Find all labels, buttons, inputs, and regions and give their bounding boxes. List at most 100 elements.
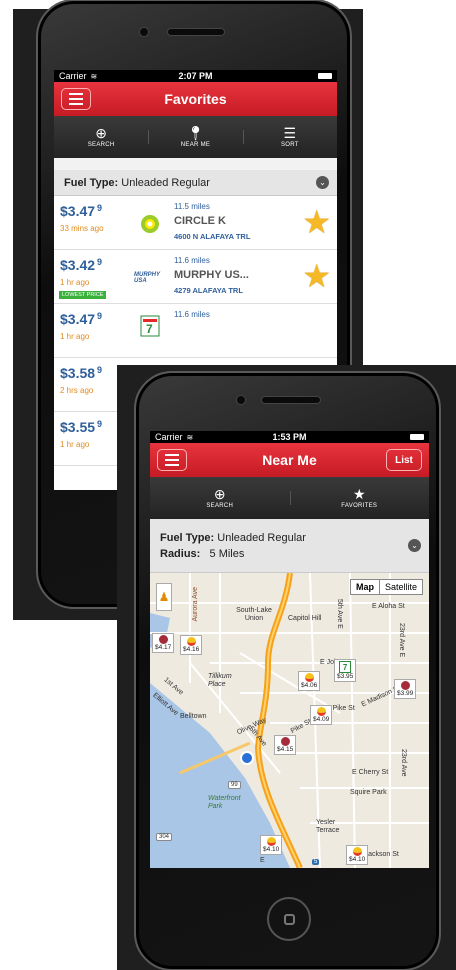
distance: 11.6 miles xyxy=(174,310,210,319)
map-label: E Aloha St xyxy=(372,603,405,610)
station-row[interactable]: $3.47 9 1 hr ago 7 11.6 miles xyxy=(54,304,337,358)
battery-icon xyxy=(410,434,424,440)
pin-price: $4.17 xyxy=(155,644,172,651)
radius-label: Radius: xyxy=(160,547,201,560)
gas-station-icon xyxy=(158,635,168,644)
map-label: South-Lake Union xyxy=(236,607,272,622)
map-label: Capitol Hill xyxy=(288,615,322,622)
station-pin[interactable]: $4.10 xyxy=(346,845,369,865)
map-label: Yesler Terrace xyxy=(316,819,340,834)
map-type-satellite[interactable]: Satellite xyxy=(380,580,422,594)
station-pin[interactable]: 7 $3.95 xyxy=(334,659,357,682)
favorite-star-icon[interactable]: ★ xyxy=(302,206,331,238)
seven-eleven-logo: 7 xyxy=(339,661,352,673)
list-button[interactable]: List xyxy=(386,449,422,471)
near-me-screen: Carrier ≋ 1:53 PM Near Me List ⊕ SEARCH ★… xyxy=(150,431,429,868)
updated-ago: 1 hr ago xyxy=(60,278,90,287)
pin-price: $3.99 xyxy=(397,690,414,697)
map-label: Waterfront Park xyxy=(208,795,241,810)
near-me-tab[interactable]: 📍︎ NEAR ME xyxy=(148,126,242,148)
gas-station-icon xyxy=(400,681,410,690)
map-label: 23rd Ave xyxy=(400,749,407,777)
distance: 11.6 miles xyxy=(174,256,210,265)
search-tab[interactable]: ⊕ SEARCH xyxy=(150,487,290,509)
nav-bar: Near Me List xyxy=(150,443,429,477)
station-pin[interactable]: $4.17 xyxy=(152,633,175,653)
pin-price: $4.10 xyxy=(349,856,366,863)
station-pin[interactable]: $3.99 xyxy=(394,679,417,699)
updated-ago: 1 hr ago xyxy=(60,440,90,449)
price: $3.58 9 xyxy=(60,365,103,381)
pin-price: $4.06 xyxy=(301,682,318,689)
clock: 1:53 PM xyxy=(272,432,307,442)
page-title: Near Me xyxy=(262,452,317,468)
fuel-type-value: Unleaded Regular xyxy=(121,176,210,189)
map-label: Aurora Ave xyxy=(192,587,199,622)
earpiece-speaker xyxy=(261,396,321,404)
station-row[interactable]: $3.47 9 33 mins ago 11.5 miles CIRCLE K 4… xyxy=(54,196,337,250)
map-type-map[interactable]: Map xyxy=(351,580,380,594)
search-tab[interactable]: ⊕ SEARCH xyxy=(54,126,148,148)
street-view-pegman-icon[interactable]: ♟ xyxy=(156,583,172,611)
menu-button[interactable] xyxy=(157,449,187,471)
map-label: E Cherry St xyxy=(352,769,389,776)
price: $3.47 9 xyxy=(60,311,103,327)
price: $3.42 9 xyxy=(60,257,103,273)
fuel-type-value: Unleaded Regular xyxy=(217,531,306,544)
search-icon: ⊕ xyxy=(213,486,226,502)
near-me-screenshot-panel: Carrier ≋ 1:53 PM Near Me List ⊕ SEARCH ★… xyxy=(117,365,456,970)
clock: 2:07 PM xyxy=(178,71,213,81)
home-button[interactable] xyxy=(267,897,311,941)
updated-ago: 1 hr ago xyxy=(60,332,90,341)
page-title: Favorites xyxy=(164,91,227,107)
station-pin[interactable]: $4.09 xyxy=(310,705,333,725)
pin-price: $4.10 xyxy=(263,846,280,853)
station-pin[interactable]: $4.10 xyxy=(260,835,283,855)
lowest-price-badge: LOWEST PRICE xyxy=(59,291,107,299)
front-camera xyxy=(236,395,246,405)
sort-tab[interactable]: ☰ SORT xyxy=(242,125,337,148)
station-pin[interactable]: $4.06 xyxy=(298,671,321,691)
station-row[interactable]: $3.42 9 1 hr ago LOWEST PRICE MURPHY USA … xyxy=(54,250,337,304)
map-view[interactable]: ♟ Map Satellite South-Lake Union Capitol… xyxy=(150,573,429,868)
station-pin[interactable]: $4.15 xyxy=(274,735,297,755)
favorite-star-icon[interactable]: ★ xyxy=(302,260,331,292)
fuel-type-selector[interactable]: Fuel Type: Unleaded Regular ⌄ xyxy=(54,170,337,196)
near-me-tab-label: NEAR ME xyxy=(180,142,211,148)
highway-shield: 5 xyxy=(312,859,320,865)
phone-frame: Carrier ≋ 1:53 PM Near Me List ⊕ SEARCH ★… xyxy=(134,371,441,970)
map-label: E xyxy=(260,857,265,864)
map-label: Squire Park xyxy=(350,789,387,796)
search-icon: ⊕ xyxy=(95,125,108,141)
map-label: Belltown xyxy=(180,713,207,720)
favorites-tab[interactable]: ★ FAVORITES xyxy=(289,487,430,509)
location-pin-icon: 📍︎ xyxy=(186,125,205,141)
updated-ago: 33 mins ago xyxy=(60,224,104,233)
updated-ago: 2 hrs ago xyxy=(60,386,94,395)
bp-logo-icon xyxy=(138,212,162,236)
highway-shield: 304 xyxy=(156,833,173,841)
hamburger-icon xyxy=(69,93,83,95)
menu-button[interactable] xyxy=(61,88,91,110)
shell-logo-icon xyxy=(304,673,314,682)
hamburger-icon xyxy=(165,454,179,456)
pin-price: $4.15 xyxy=(277,746,294,753)
sort-icon: ☰ xyxy=(283,125,297,141)
favorites-tab-label: FAVORITES xyxy=(341,503,378,509)
gas-station-icon xyxy=(280,737,290,746)
chevron-down-icon: ⌄ xyxy=(408,539,421,552)
sort-tab-label: SORT xyxy=(280,142,299,148)
search-tab-label: SEARCH xyxy=(206,503,234,509)
status-bar: Carrier ≋ 2:07 PM xyxy=(54,70,337,82)
station-pin[interactable]: $4.16 xyxy=(180,635,203,655)
map-label: 5th Ave E xyxy=(336,599,343,629)
pin-price: $4.16 xyxy=(183,646,200,653)
nav-bar: Favorites xyxy=(54,82,337,116)
station-name: MURPHY US... xyxy=(174,269,249,281)
fuel-type-selector[interactable]: Fuel Type: Unleaded Regular Radius: 5 Mi… xyxy=(150,519,429,573)
map-type-toggle: Map Satellite xyxy=(349,579,423,595)
earpiece-speaker xyxy=(167,28,225,36)
radius-value: 5 Miles xyxy=(209,547,245,560)
chevron-down-icon: ⌄ xyxy=(316,176,329,189)
shell-logo-icon xyxy=(352,847,362,856)
